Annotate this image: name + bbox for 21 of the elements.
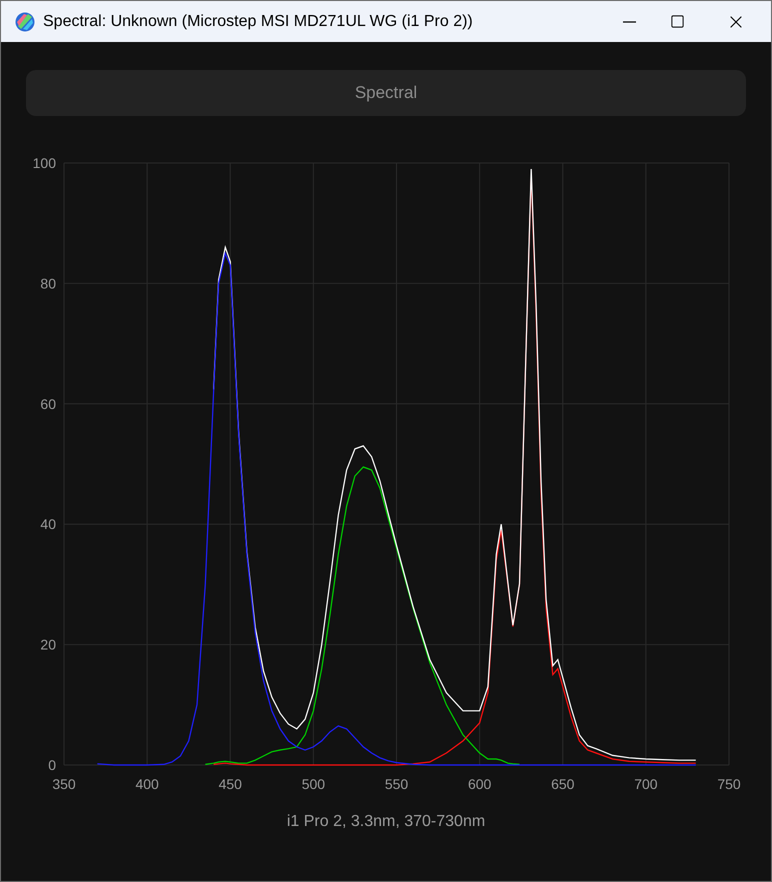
x-tick-label: 600	[468, 776, 492, 792]
x-tick-label: 450	[218, 776, 242, 792]
x-tick-label: 650	[551, 776, 574, 792]
y-tick-label: 60	[40, 396, 56, 412]
y-tick-label: 100	[32, 155, 56, 171]
x-tick-label: 700	[634, 776, 658, 792]
x-tick-label: 500	[302, 776, 326, 792]
measurement-caption: i1 Pro 2, 3.3nm, 370-730nm	[286, 812, 486, 832]
y-tick-label: 0	[48, 757, 56, 773]
y-tick-label: 40	[40, 516, 56, 532]
x-tick-label: 350	[52, 776, 76, 792]
y-tick-label: 20	[40, 636, 56, 653]
minimize-icon	[622, 20, 636, 22]
x-tick-label: 400	[135, 776, 159, 792]
window-title: Spectral: Unknown (Microstep MSI MD271UL WG (i1 Pro 2))	[43, 12, 473, 32]
spectral-mode-button[interactable]: Spectral	[26, 70, 746, 116]
y-tick-label: 80	[40, 275, 56, 292]
x-tick-label: 550	[384, 776, 408, 792]
x-tick-label: 750	[717, 776, 741, 792]
app-logo-icon	[15, 12, 35, 32]
maximize-icon	[670, 14, 684, 29]
